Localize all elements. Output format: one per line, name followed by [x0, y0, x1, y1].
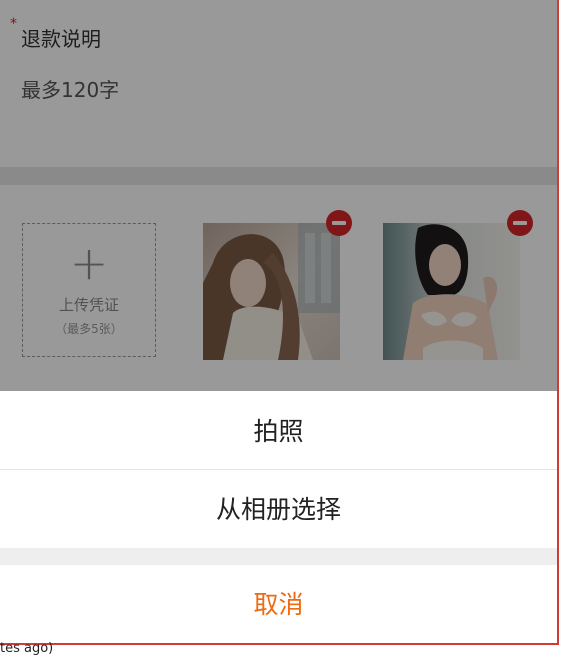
action-sheet-separator: [0, 548, 557, 565]
action-sheet: 拍照 从相册选择 取消: [0, 391, 557, 643]
choose-from-album-option[interactable]: 从相册选择: [0, 470, 557, 548]
caption-fragment: tes ago): [0, 641, 54, 656]
cancel-button[interactable]: 取消: [0, 565, 557, 643]
app-frame: * 退款说明 最多120字 + 上传凭证 （最多5张） 拍照 从相册选择 取消: [0, 0, 559, 645]
take-photo-option[interactable]: 拍照: [0, 391, 557, 470]
